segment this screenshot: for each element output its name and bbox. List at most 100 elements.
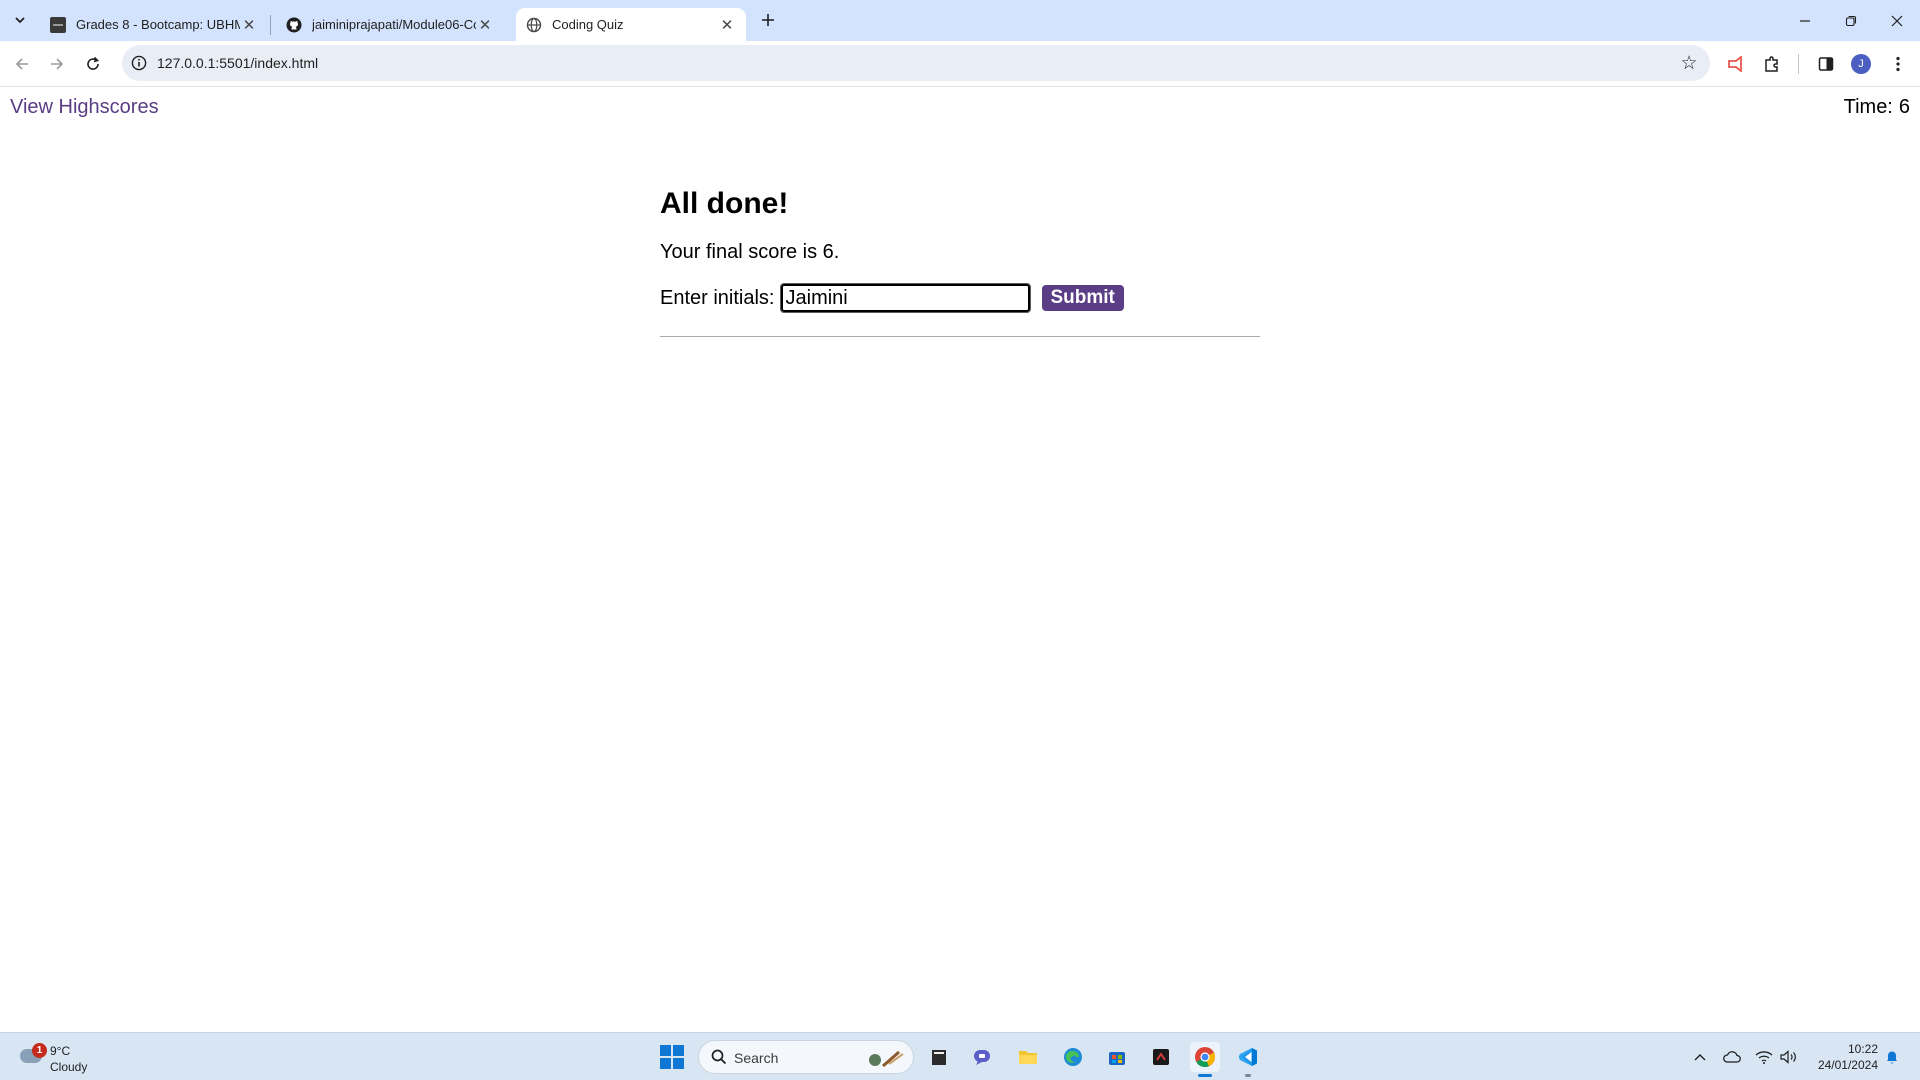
timer: Time: 6 [1844, 96, 1910, 119]
chrome-icon [1195, 1047, 1216, 1068]
toolbar-divider [1798, 54, 1799, 74]
search-placeholder: Search [734, 1050, 779, 1066]
info-icon[interactable] [131, 55, 147, 71]
globe-icon [526, 17, 542, 32]
tab-github[interactable]: jaiminiprajapati/Module06-Cod ✕ [276, 8, 504, 41]
start-button[interactable] [660, 1045, 684, 1069]
tab-coding-quiz[interactable]: Coding Quiz ✕ [516, 8, 746, 41]
notification-bell-icon [1887, 1051, 1897, 1064]
search-icon [711, 1049, 727, 1065]
close-icon[interactable]: ✕ [476, 16, 494, 34]
browser-toolbar: 127.0.0.1:5501/index.html ☆ J [0, 41, 1920, 87]
taskbar-search[interactable]: Search [698, 1040, 914, 1074]
close-window-button[interactable] [1874, 0, 1920, 41]
extensions-button[interactable] [1758, 50, 1786, 78]
tab-title: jaiminiprajapati/Module06-Cod [312, 17, 476, 32]
terminal-app-icon [1153, 1049, 1169, 1065]
taskbar-app-store[interactable] [1102, 1042, 1132, 1072]
tray-notification-bell-icon[interactable] [1882, 1047, 1902, 1067]
taskbar-app-chrome[interactable] [1190, 1042, 1220, 1077]
close-icon[interactable]: ✕ [240, 16, 258, 34]
puzzle-icon [1765, 56, 1778, 72]
address-bar[interactable]: 127.0.0.1:5501/index.html ☆ [122, 45, 1710, 81]
submit-button[interactable]: Submit [1041, 285, 1124, 311]
close-icon[interactable]: ✕ [718, 16, 736, 34]
store-icon [1109, 1052, 1125, 1065]
side-panel-icon [1818, 57, 1834, 71]
chat-icon [974, 1050, 990, 1065]
windows-logo-icon [673, 1045, 684, 1056]
bookmark-star-icon[interactable]: ☆ [1678, 52, 1700, 74]
menu-button[interactable] [1884, 50, 1912, 78]
windows-logo-icon [660, 1058, 671, 1069]
minimize-button[interactable] [1782, 0, 1828, 41]
running-app-indicator [1245, 1074, 1251, 1077]
vscode-icon [1239, 1048, 1257, 1066]
dark-square-favicon [50, 16, 66, 33]
github-icon [286, 17, 302, 32]
initials-input[interactable] [779, 283, 1031, 313]
extension-red-icon [1728, 56, 1742, 72]
taskbar-app-dark[interactable] [1146, 1042, 1176, 1072]
profile-button[interactable]: J [1847, 50, 1875, 78]
windows-taskbar: 1 9°C Cloudy Search 10:22 24/01/2024 [0, 1032, 1920, 1080]
arrow-right-icon [51, 58, 64, 70]
timer-label: Time: [1843, 96, 1893, 118]
arrow-left-icon [15, 58, 28, 70]
close-icon [1891, 15, 1903, 26]
taskbar-app-vscode[interactable] [1233, 1042, 1263, 1077]
tab-title: Grades 8 - Bootcamp: UBHM-V [76, 17, 240, 32]
search-highlight-icon [869, 1050, 904, 1068]
taskbar-app-file-manager[interactable] [924, 1042, 954, 1072]
page-title: All done! [660, 187, 789, 220]
wifi-icon [1755, 1051, 1773, 1064]
page-content: View Highscores Time: 6 All done! Your fi… [0, 87, 1920, 1032]
minimize-icon [1800, 19, 1810, 22]
windows-logo-icon [673, 1058, 684, 1069]
taskbar-app-teams[interactable] [968, 1042, 998, 1072]
kebab-menu-icon [1896, 56, 1900, 72]
weather-condition: Cloudy [50, 1060, 88, 1074]
restore-button[interactable] [1828, 0, 1874, 41]
file-cabinet-icon [932, 1050, 946, 1065]
view-highscores-link[interactable]: View Highscores [10, 96, 159, 119]
extension-red-icon[interactable] [1722, 50, 1750, 78]
chevron-up-icon [1694, 1054, 1706, 1061]
reload-icon [87, 56, 100, 70]
cloud-sync-icon [1723, 1051, 1741, 1063]
tray-cloud-sync-icon[interactable] [1722, 1047, 1742, 1067]
edge-icon [1064, 1048, 1082, 1066]
tab-title: Coding Quiz [552, 17, 624, 32]
restore-icon [1845, 15, 1857, 26]
initials-label: Enter initials: [660, 286, 775, 309]
final-score-text: Your final score is 6. [660, 241, 840, 263]
tab-grades[interactable]: Grades 8 - Bootcamp: UBHM-V ✕ [40, 8, 268, 41]
back-button[interactable] [7, 49, 37, 79]
new-tab-button[interactable] [756, 8, 780, 32]
taskbar-app-edge[interactable] [1058, 1042, 1088, 1072]
volume-icon [1780, 1050, 1796, 1064]
url-text: 127.0.0.1:5501/index.html [157, 55, 319, 71]
active-app-indicator [1198, 1074, 1212, 1077]
side-panel-button[interactable] [1812, 50, 1840, 78]
system-clock[interactable]: 10:22 24/01/2024 [1806, 1041, 1878, 1073]
folder-icon [1019, 1051, 1037, 1064]
initials-form: Enter initials: Submit [660, 283, 1260, 313]
taskbar-app-explorer[interactable] [1013, 1042, 1043, 1072]
chevron-down-icon [15, 17, 25, 24]
forward-button[interactable] [42, 49, 72, 79]
notification-badge: 1 [32, 1043, 47, 1058]
clock-date: 24/01/2024 [1817, 1058, 1878, 1072]
tab-search-button[interactable] [6, 8, 34, 32]
browser-tabstrip: Grades 8 - Bootcamp: UBHM-V ✕ jaiminipra… [0, 0, 1920, 41]
weather-temperature: 9°C [50, 1044, 71, 1058]
weather-widget[interactable]: 1 9°C Cloudy [14, 1039, 134, 1075]
plus-icon [762, 14, 774, 26]
tray-volume-icon[interactable] [1779, 1047, 1799, 1067]
reload-button[interactable] [78, 49, 108, 79]
tab-separator [270, 15, 271, 35]
windows-logo-icon [660, 1045, 671, 1056]
avatar: J [1851, 54, 1871, 74]
tray-chevron-up-icon[interactable] [1690, 1047, 1710, 1067]
tray-wifi-icon[interactable] [1754, 1047, 1774, 1067]
